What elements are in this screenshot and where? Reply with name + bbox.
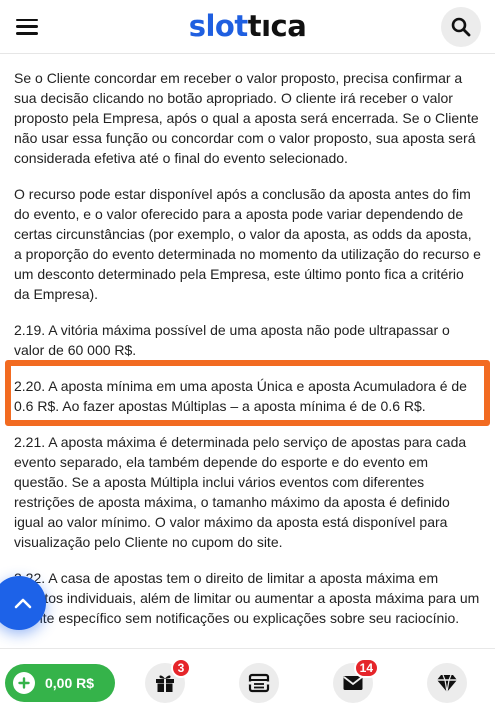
nav-bets-button[interactable]	[239, 663, 279, 703]
balance-amount: 0,00 R$	[45, 675, 95, 691]
search-icon	[451, 17, 471, 36]
search-button[interactable]	[441, 6, 481, 47]
terms-content[interactable]: Se o Cliente concordar em receber o valo…	[0, 54, 495, 644]
bottom-nav: 0,00 R$ 3 14	[0, 648, 495, 716]
nav-gifts-button[interactable]: 3	[145, 658, 191, 703]
nav-vip-button[interactable]	[427, 663, 467, 703]
nav-messages-button[interactable]: 14	[333, 658, 379, 703]
site-logo[interactable]: slottıca	[189, 12, 307, 41]
paragraph-2-21: 2.21. A aposta máxima é determinada pelo…	[14, 434, 467, 550]
menu-icon[interactable]	[16, 18, 38, 35]
paragraph-cashout-accept: Se o Cliente concordar em receber o valo…	[14, 70, 479, 166]
paragraph-2-20: 2.20. A aposta mínima em uma aposta Únic…	[14, 378, 467, 414]
plus-icon	[13, 672, 35, 694]
deposit-balance-button[interactable]: 0,00 R$	[5, 664, 115, 702]
gifts-badge: 3	[171, 658, 191, 678]
chevron-up-icon	[14, 598, 32, 609]
app-header: slottıca	[0, 0, 495, 54]
diamond-icon	[437, 674, 457, 693]
messages-badge: 14	[353, 658, 379, 678]
paragraph-2-19: 2.19. A vitória máxima possível de uma a…	[14, 322, 450, 358]
ticket-icon	[248, 673, 270, 693]
paragraph-2-22: 2.22. A casa de apostas tem o direito de…	[14, 570, 480, 626]
paragraph-cashout-availability: O recurso pode estar disponível após a c…	[14, 186, 481, 302]
